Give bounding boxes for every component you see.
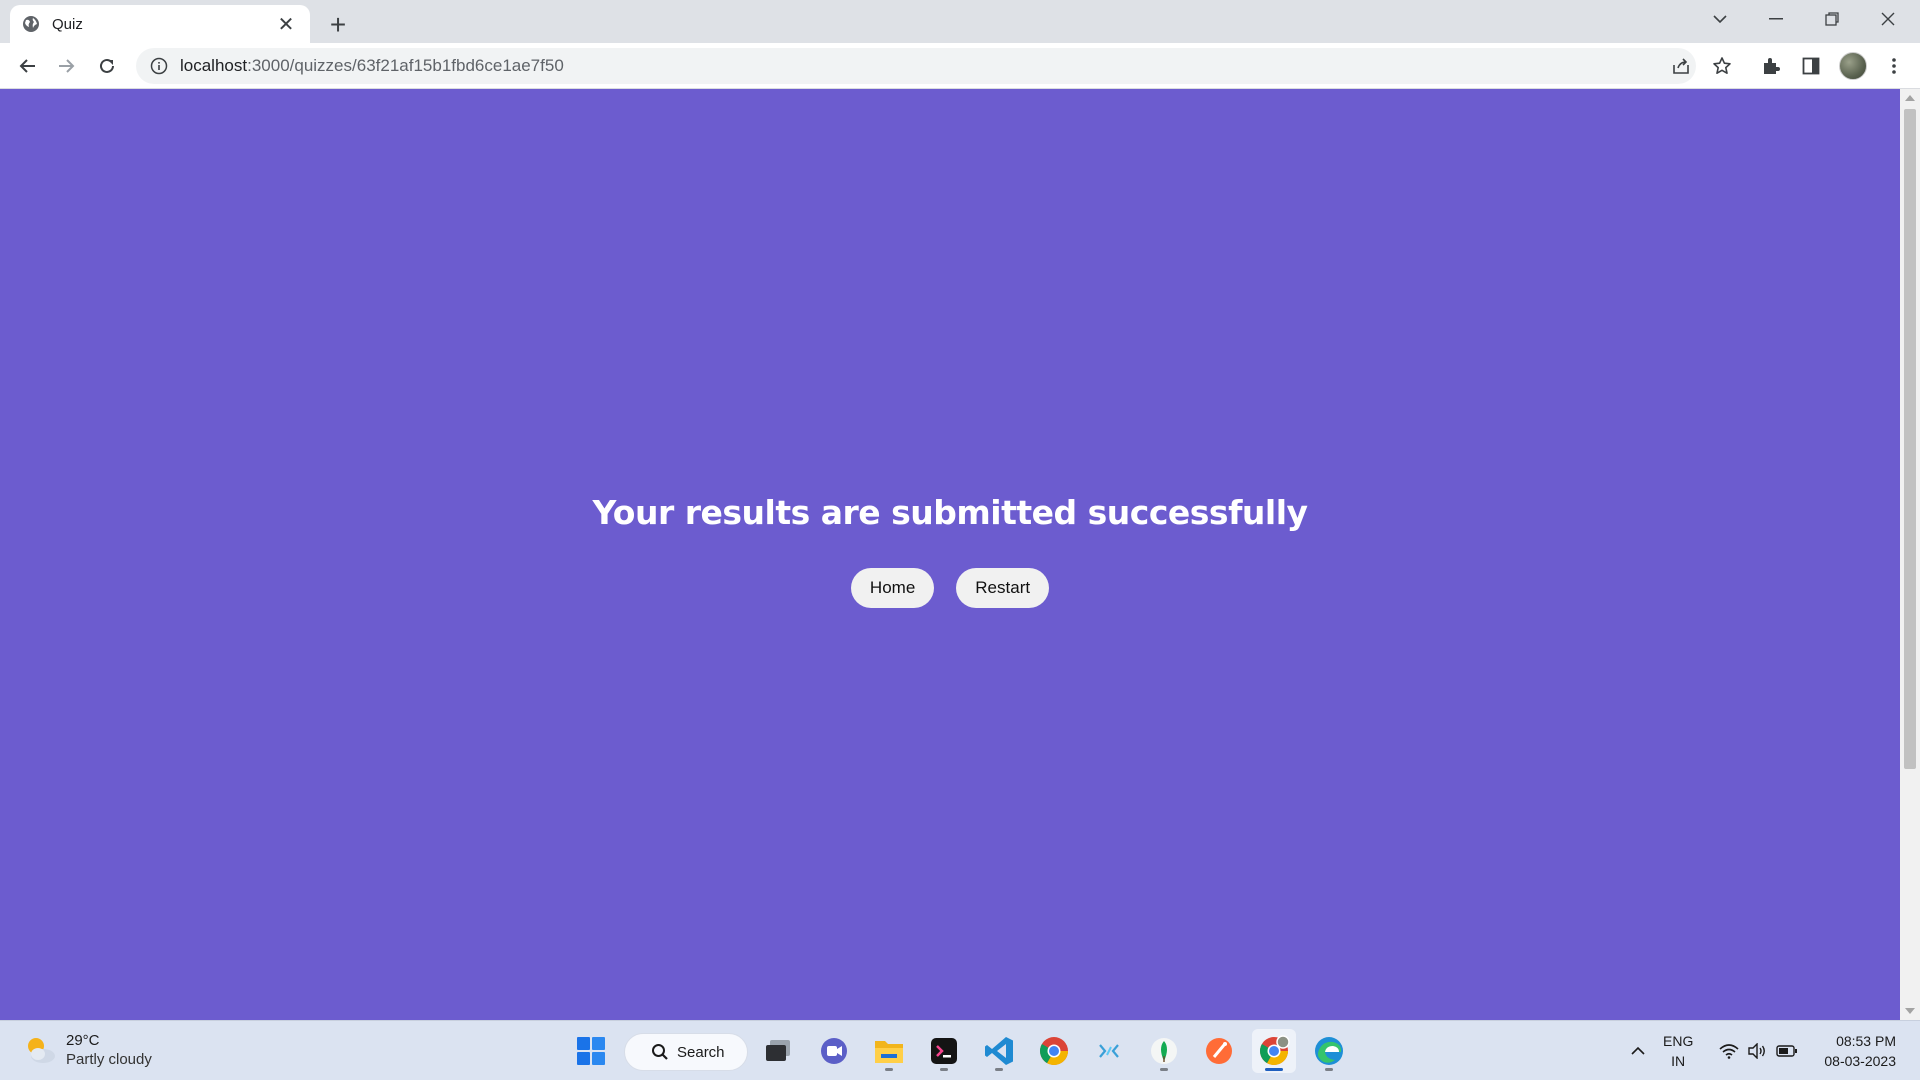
site-info-icon[interactable]: [150, 57, 168, 75]
vscode-icon[interactable]: [977, 1029, 1021, 1073]
extensions-icon[interactable]: [1755, 50, 1787, 82]
start-icon[interactable]: [569, 1029, 613, 1073]
clock-time: 08:53 PM: [1836, 1033, 1896, 1049]
system-clock[interactable]: 08:53 PM 08-03-2023: [1812, 1031, 1896, 1071]
side-panel-icon[interactable]: [1795, 50, 1827, 82]
clock-date: 08-03-2023: [1824, 1053, 1896, 1069]
terminal-icon[interactable]: [922, 1029, 966, 1073]
tab-strip: Quiz ✕ +: [0, 0, 1920, 43]
scrollbar-thumb[interactable]: [1904, 109, 1916, 769]
running-indicator: [1160, 1068, 1168, 1071]
share-icon[interactable]: [1665, 50, 1697, 82]
back-icon[interactable]: [11, 50, 43, 82]
battery-icon[interactable]: [1772, 1021, 1802, 1080]
language-indicator[interactable]: ENG IN: [1663, 1031, 1693, 1071]
browser-tab-quiz[interactable]: Quiz ✕: [10, 5, 310, 43]
taskbar-search[interactable]: Search: [624, 1033, 748, 1071]
result-headline: Your results are submitted successfully: [592, 493, 1308, 532]
postman-icon[interactable]: [1197, 1029, 1241, 1073]
running-indicator: [885, 1068, 893, 1071]
browser-menu-icon[interactable]: [1878, 50, 1910, 82]
chrome-icon[interactable]: [1032, 1029, 1076, 1073]
running-indicator: [995, 1068, 1003, 1071]
show-hidden-icons-chevron-icon[interactable]: [1623, 1021, 1653, 1080]
wifi-icon[interactable]: [1716, 1021, 1742, 1080]
chrome-active-icon[interactable]: [1252, 1029, 1296, 1073]
edge-icon[interactable]: [1307, 1029, 1351, 1073]
app-icon[interactable]: [1087, 1029, 1131, 1073]
teams-icon[interactable]: [812, 1029, 856, 1073]
new-tab-button[interactable]: +: [322, 9, 354, 41]
url-text: localhost:3000/quizzes/63f21af15b1fbd6ce…: [180, 56, 564, 75]
close-tab-icon[interactable]: ✕: [274, 12, 298, 36]
action-buttons: Home Restart: [850, 568, 1050, 608]
file-explorer-icon[interactable]: [867, 1029, 911, 1073]
running-indicator: [940, 1068, 948, 1071]
browser-toolbar: localhost:3000/quizzes/63f21af15b1fbd6ce…: [0, 43, 1920, 89]
search-label: Search: [677, 1043, 725, 1061]
active-indicator: [1265, 1068, 1283, 1071]
forward-icon[interactable]: [51, 50, 83, 82]
scroll-up-arrow-icon[interactable]: [1905, 95, 1915, 101]
restart-button[interactable]: Restart: [956, 568, 1050, 608]
close-window-icon[interactable]: [1860, 0, 1916, 38]
restore-icon[interactable]: [1804, 0, 1860, 38]
weather-temperature: 29°C: [66, 1032, 100, 1049]
page-viewport: Your results are submitted successfully …: [0, 89, 1900, 1020]
address-bar[interactable]: localhost:3000/quizzes/63f21af15b1fbd6ce…: [136, 48, 1696, 84]
language-region: IN: [1671, 1053, 1686, 1069]
volume-icon[interactable]: [1744, 1021, 1770, 1080]
reload-icon[interactable]: [91, 50, 123, 82]
profile-avatar[interactable]: [1839, 52, 1867, 80]
page-scrollbar[interactable]: [1900, 89, 1920, 1020]
task-view-icon[interactable]: [756, 1029, 800, 1073]
mongodb-compass-icon[interactable]: [1142, 1029, 1186, 1073]
search-icon: [652, 1044, 668, 1060]
globe-icon: [23, 16, 39, 32]
language-code: ENG: [1663, 1033, 1694, 1049]
tab-search-chevron-icon[interactable]: [1692, 0, 1748, 38]
bookmark-star-icon[interactable]: [1706, 50, 1738, 82]
windows-taskbar: 29°C Partly cloudy Search ENG IN 08:53 P…: [0, 1020, 1920, 1080]
partly-cloudy-icon: [28, 1038, 55, 1063]
weather-condition: Partly cloudy: [66, 1051, 152, 1068]
scroll-down-arrow-icon[interactable]: [1905, 1008, 1915, 1014]
weather-widget[interactable]: 29°C Partly cloudy: [22, 1031, 152, 1069]
home-button[interactable]: Home: [850, 568, 935, 608]
tab-title: Quiz: [52, 15, 83, 33]
minimize-icon[interactable]: [1748, 0, 1804, 38]
running-indicator: [1325, 1068, 1333, 1071]
